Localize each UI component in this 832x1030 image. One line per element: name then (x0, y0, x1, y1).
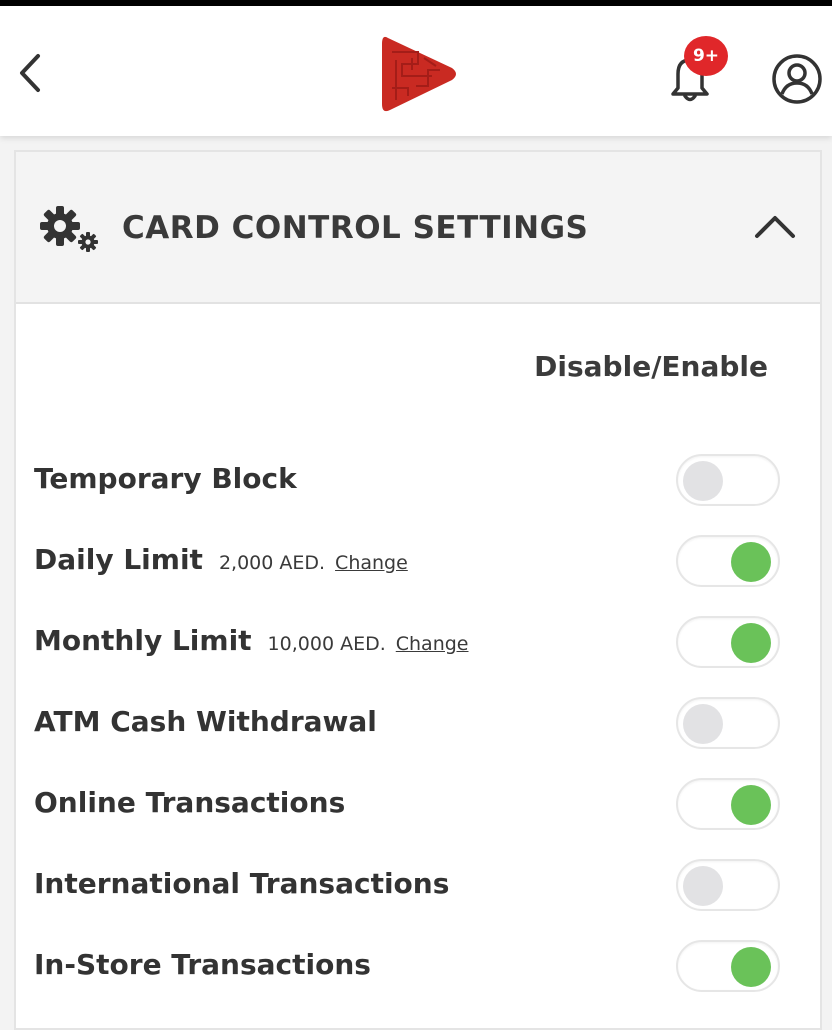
setting-label: Online Transactions (34, 786, 346, 819)
toggle-knob (731, 947, 771, 987)
setting-row-temporary-block: Temporary Block (16, 452, 820, 512)
gear-icon (40, 206, 98, 252)
online-transactions-toggle[interactable] (676, 778, 780, 830)
in-store-transactions-toggle[interactable] (676, 940, 780, 992)
temporary-block-toggle[interactable] (676, 454, 780, 506)
back-button[interactable] (14, 50, 48, 96)
notification-badge: 9+ (684, 36, 728, 76)
toggle-knob (683, 461, 723, 501)
card-control-title: CARD CONTROL SETTINGS (122, 210, 589, 246)
brand-logo[interactable] (378, 30, 460, 118)
setting-label: Monthly Limit (34, 624, 252, 657)
monthly-limit-toggle[interactable] (676, 616, 780, 668)
monthly-limit-change-link[interactable]: Change (396, 633, 469, 655)
setting-row-monthly-limit: Monthly Limit 10,000 AED. Change (16, 614, 820, 674)
profile-icon (772, 54, 822, 104)
international-transactions-toggle[interactable] (676, 859, 780, 911)
setting-row-in-store-transactions: In-Store Transactions (16, 938, 820, 998)
setting-label: ATM Cash Withdrawal (34, 705, 377, 738)
card-control-settings-panel: CARD CONTROL SETTINGS Disable/Enable Tem… (14, 150, 822, 1030)
card-control-header[interactable]: CARD CONTROL SETTINGS (16, 152, 820, 304)
toggle-knob (683, 866, 723, 906)
disable-enable-column-header: Disable/Enable (534, 350, 768, 383)
toggle-knob (731, 785, 771, 825)
setting-label: Temporary Block (34, 462, 297, 495)
brand-play-logo (382, 36, 456, 112)
app-header: 9+ (0, 6, 832, 136)
atm-cash-withdrawal-toggle[interactable] (676, 697, 780, 749)
setting-row-daily-limit: Daily Limit 2,000 AED. Change (16, 533, 820, 593)
setting-label: Daily Limit (34, 543, 203, 576)
back-chevron-icon (20, 54, 40, 92)
setting-row-atm-cash-withdrawal: ATM Cash Withdrawal (16, 695, 820, 755)
daily-limit-toggle[interactable] (676, 535, 780, 587)
profile-button[interactable] (770, 52, 824, 106)
setting-label: International Transactions (34, 867, 450, 900)
setting-row-international-transactions: International Transactions (16, 857, 820, 917)
daily-limit-value: 2,000 AED. (218, 552, 326, 574)
monthly-limit-value: 10,000 AED. (267, 633, 386, 655)
collapse-button[interactable] (752, 210, 798, 242)
toggle-knob (731, 623, 771, 663)
setting-label: In-Store Transactions (34, 948, 371, 981)
chevron-up-icon (755, 216, 795, 238)
setting-row-online-transactions: Online Transactions (16, 776, 820, 836)
toggle-knob (683, 704, 723, 744)
toggle-knob (731, 542, 771, 582)
daily-limit-change-link[interactable]: Change (335, 552, 408, 574)
